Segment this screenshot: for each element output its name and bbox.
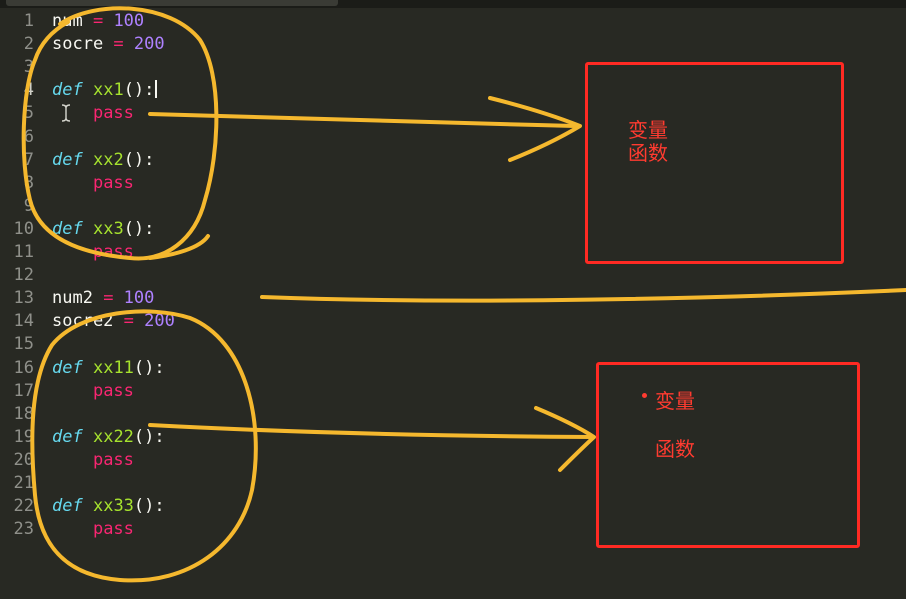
code-token: pass: [92, 242, 134, 262]
code-token: xx3: [92, 218, 124, 239]
line-number: 15: [13, 334, 34, 355]
code-line[interactable]: pass: [52, 518, 134, 541]
code-line[interactable]: num = 100: [52, 10, 144, 33]
line-number: 16: [13, 357, 34, 378]
line-number: 13: [13, 288, 34, 309]
code-token: socre: [52, 34, 104, 55]
code-line[interactable]: socre = 200: [52, 33, 165, 56]
line-number: 19: [13, 426, 34, 447]
code-token: ():: [133, 357, 165, 378]
line-number: 3: [23, 57, 34, 78]
code-token: pass: [92, 380, 134, 401]
code-line[interactable]: socre2 = 200: [52, 310, 175, 333]
code-token: xx1: [92, 80, 124, 101]
code-token: num2: [52, 288, 93, 309]
code-token: pass: [92, 449, 134, 470]
code-token: xx11: [92, 357, 134, 378]
code-line[interactable]: def xx33():: [52, 495, 165, 518]
code-line[interactable]: pass: [52, 380, 134, 403]
code-line[interactable]: def xx3():: [52, 218, 154, 241]
code-line[interactable]: def xx2():: [52, 149, 154, 172]
code-token: def: [52, 218, 83, 239]
code-token: ():: [133, 426, 165, 447]
code-line[interactable]: def xx22():: [52, 426, 165, 449]
line-number: 7: [23, 149, 34, 170]
code-line[interactable]: pass: [52, 449, 134, 472]
code-token: num: [52, 11, 83, 31]
line-number: 23: [13, 519, 34, 540]
line-number: 1: [23, 11, 34, 31]
caret: [155, 80, 158, 99]
line-number: 22: [13, 496, 34, 517]
code-token: 200: [133, 34, 165, 55]
line-number: 20: [13, 449, 34, 470]
code-token: =: [103, 34, 134, 55]
code-token: 200: [144, 311, 175, 332]
title-bar: [0, 0, 906, 8]
code-token: pass: [92, 172, 134, 193]
line-number: 8: [23, 172, 34, 193]
code-token: socre2: [52, 311, 114, 332]
code-line[interactable]: pass: [52, 172, 134, 195]
annotation-box-1-variables-label: 变量: [628, 118, 668, 142]
line-number: 5: [23, 103, 34, 124]
annotation-box-1: [585, 62, 844, 264]
code-line[interactable]: num2 = 100: [52, 287, 154, 310]
code-token: ():: [123, 149, 155, 170]
code-token: 100: [123, 288, 155, 309]
code-token: pass: [92, 103, 134, 124]
code-token: =: [82, 11, 114, 31]
code-token: pass: [92, 519, 134, 540]
code-token: xx2: [92, 149, 124, 170]
line-number-gutter: 1 2 3 4 5 6 7 8 9 10 11 12 13 14 15 16 17 18 19 20 21 22 23: [0, 8, 38, 599]
line-number: 11: [13, 242, 34, 262]
code-token: ():: [123, 218, 155, 239]
code-token: ():: [133, 496, 165, 517]
line-number: 18: [13, 403, 34, 424]
code-token: def: [52, 357, 83, 378]
annotation-box-1-functions-label: 函数: [628, 141, 668, 165]
code-line[interactable]: def xx11():: [52, 357, 165, 380]
annotation-dot: [642, 393, 647, 398]
code-line[interactable]: def xx1():: [52, 79, 158, 102]
editor-tab[interactable]: [6, 0, 338, 6]
text-cursor-icon: [61, 104, 71, 122]
line-number: 4: [23, 80, 34, 101]
annotation-box-2: [596, 362, 860, 548]
line-number: 6: [23, 126, 34, 147]
code-token: def: [52, 426, 83, 447]
code-token: =: [113, 311, 145, 332]
annotation-box-2-functions-label: 函数: [655, 437, 695, 461]
line-number: 14: [13, 311, 34, 332]
line-number: 21: [13, 473, 34, 493]
line-number: 12: [13, 265, 34, 286]
line-number: 10: [13, 218, 34, 239]
code-token: 100: [113, 11, 145, 31]
line-number: 17: [13, 380, 34, 401]
line-number: 2: [23, 34, 34, 55]
code-token: xx22: [92, 426, 134, 447]
code-token: xx33: [92, 496, 134, 517]
line-number: 9: [23, 195, 34, 216]
code-line[interactable]: pass: [52, 241, 134, 264]
code-token: def: [52, 80, 83, 101]
code-token: def: [52, 496, 83, 517]
code-token: =: [92, 288, 124, 309]
code-token: def: [52, 149, 83, 170]
code-token: ():: [123, 80, 155, 101]
annotation-box-2-variables-label: 变量: [655, 389, 695, 413]
